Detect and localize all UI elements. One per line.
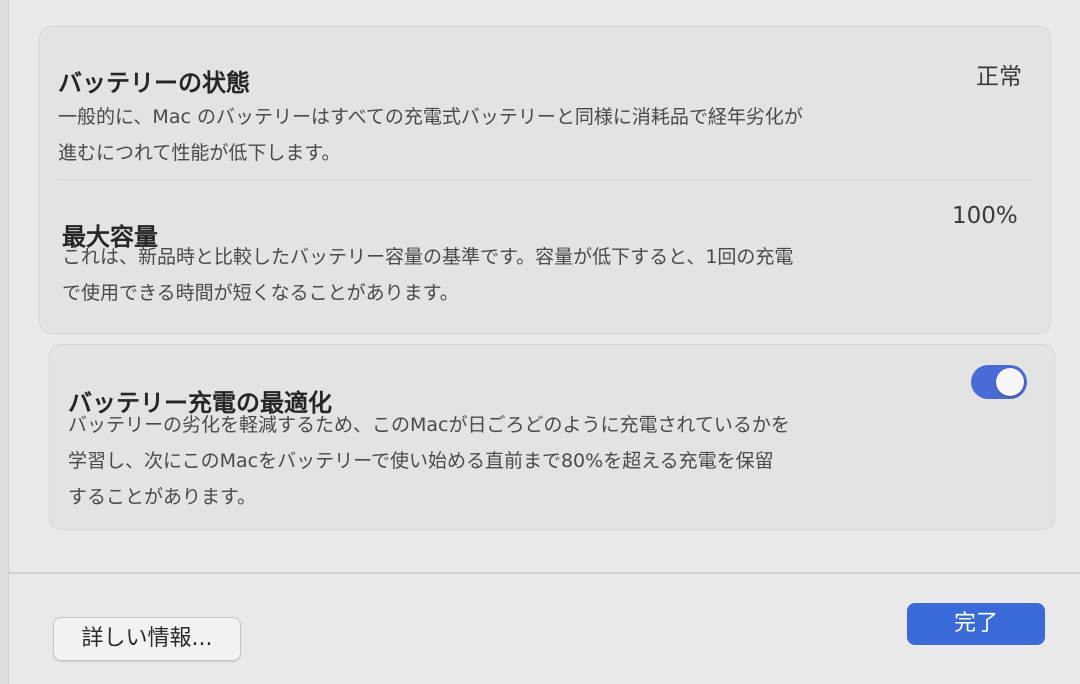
optimized-charging-description-line: することがあります。	[68, 486, 257, 508]
optimized-charging-description-line: 学習し、次にこのMacをバッテリーで使い始める直前まで80%を超える充電を保留	[68, 450, 774, 472]
battery-health-status: 正常	[976, 64, 1022, 90]
battery-health-description: 一般的に、Mac のバッテリーはすべての充電式バッテリーと同様に消耗品で経年劣化…	[58, 99, 938, 171]
max-capacity-description-line: で使用できる時間が短くなることがあります。	[62, 282, 459, 304]
battery-info-group: バッテリーの状態 正常 一般的に、Mac のバッテリーはすべての充電式バッテリー…	[39, 26, 1051, 334]
footer-divider	[9, 572, 1080, 574]
max-capacity-description: これは、新品時と比較したバッテリー容量の基準です。容量が低下すると、1回の充電 …	[62, 239, 942, 311]
optimized-charging-description-line: バッテリーの劣化を軽減するため、このMacが日ごろどのように充電されているかを	[68, 414, 790, 436]
more-info-button[interactable]: 詳しい情報...	[53, 617, 241, 661]
max-capacity-value: 100%	[952, 203, 1018, 229]
battery-health-description-line: 進むにつれて性能が低下します。	[58, 142, 341, 164]
battery-health-title: バッテリーの状態	[58, 69, 250, 97]
row-divider	[58, 179, 1032, 180]
optimized-charging-group: バッテリー充電の最適化 バッテリーの劣化を軽減するため、このMacが日ごろどのよ…	[49, 344, 1055, 530]
optimized-charging-toggle[interactable]	[971, 365, 1027, 399]
battery-health-sheet: バッテリーの状態 正常 一般的に、Mac のバッテリーはすべての充電式バッテリー…	[8, 0, 1080, 684]
done-button[interactable]: 完了	[907, 603, 1045, 645]
max-capacity-description-line: これは、新品時と比較したバッテリー容量の基準です。容量が低下すると、1回の充電	[62, 246, 794, 268]
battery-health-description-line: 一般的に、Mac のバッテリーはすべての充電式バッテリーと同様に消耗品で経年劣化…	[58, 106, 803, 128]
optimized-charging-description: バッテリーの劣化を軽減するため、このMacが日ごろどのように充電されているかを …	[68, 407, 948, 515]
toggle-knob	[996, 368, 1024, 396]
